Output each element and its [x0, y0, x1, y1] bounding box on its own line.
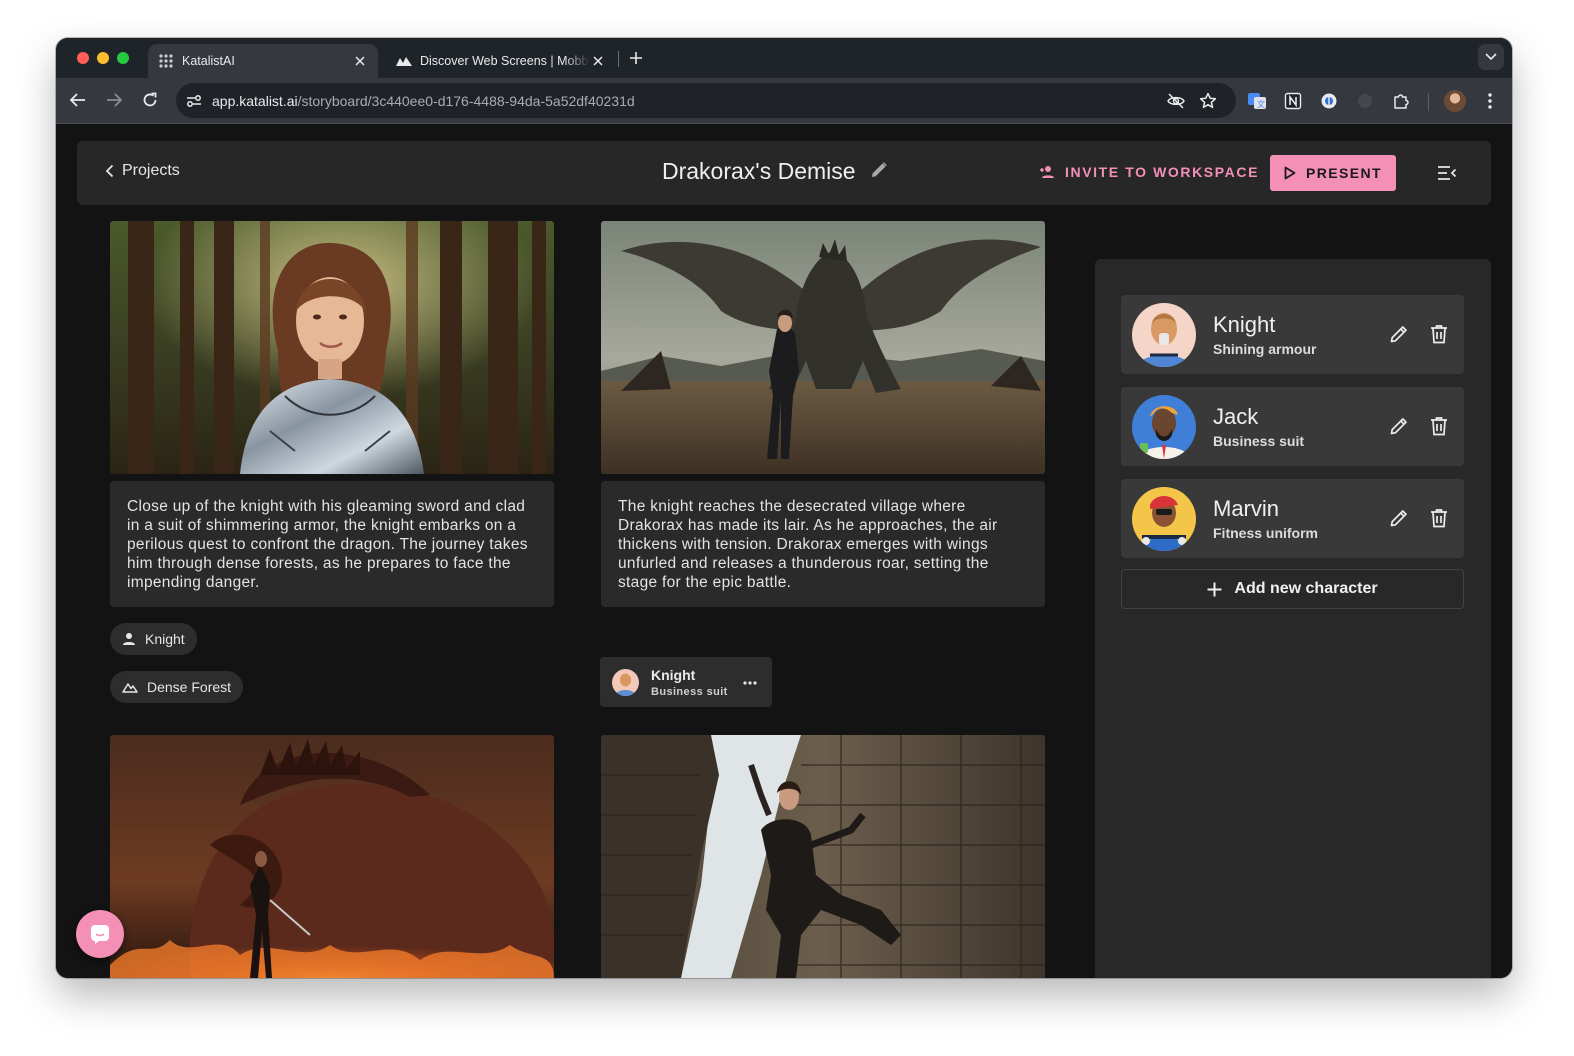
present-button[interactable]: PRESENT [1270, 155, 1396, 191]
edit-pencil-icon[interactable] [1387, 414, 1411, 438]
profile-avatar[interactable] [1444, 90, 1466, 112]
scene-2-character-chip[interactable]: Knight Business suit [600, 657, 772, 707]
character-card-jack[interactable]: Jack Business suit [1121, 387, 1464, 466]
invite-to-workspace-button[interactable]: INVITE TO WORKSPACE [1039, 164, 1259, 180]
close-tab-icon[interactable] [590, 53, 606, 69]
character-card-marvin[interactable]: Marvin Fitness uniform [1121, 479, 1464, 558]
tab-strip: KatalistAI Discover Web Screens | Mobbin [56, 38, 1512, 78]
mobbin-favicon-icon [396, 53, 412, 69]
browser-toolbar: app.katalist.ai/storyboard/3c440ee0-d176… [56, 78, 1512, 124]
back-to-projects-link[interactable]: Projects [105, 162, 180, 180]
add-new-character-button[interactable]: Add new character [1121, 569, 1464, 609]
marvin-avatar [1132, 487, 1196, 551]
tab-search-button[interactable] [1478, 44, 1504, 70]
scene-1-description[interactable]: Close up of the knight with his gleaming… [110, 481, 554, 607]
character-name: Knight [1213, 312, 1276, 337]
app-content: Projects Drakorax's Demise INVITE TO WOR… [56, 125, 1512, 978]
scene-1-location-tag[interactable]: Dense Forest [110, 671, 244, 703]
character-name: Knight [651, 667, 696, 683]
reload-icon[interactable] [139, 89, 161, 111]
chat-bubble-icon [91, 925, 109, 944]
character-outfit: Fitness uniform [1213, 525, 1319, 541]
scene-1-character-tag[interactable]: Knight [110, 623, 197, 655]
scene-2-image[interactable] [601, 221, 1045, 474]
browser-window: KatalistAI Discover Web Screens | Mobbin [56, 38, 1512, 978]
add-character-label: Add new character [1234, 580, 1378, 597]
delete-trash-icon[interactable] [1427, 506, 1451, 530]
minimize-window-button[interactable] [97, 52, 109, 64]
person-icon [123, 633, 135, 645]
character-name: Jack [1213, 404, 1259, 429]
fullscreen-window-button[interactable] [117, 52, 129, 64]
tab-separator [618, 51, 619, 67]
notion-extension-icon[interactable] [1282, 90, 1304, 112]
knight-avatar [1132, 303, 1196, 367]
edit-pencil-icon[interactable] [1387, 506, 1411, 530]
address-bar[interactable]: app.katalist.ai/storyboard/3c440ee0-d176… [176, 83, 1236, 118]
landscape-icon [122, 683, 138, 693]
collapse-panel-menu-icon[interactable] [1435, 163, 1459, 183]
play-icon [1284, 166, 1296, 180]
pencil-icon[interactable] [870, 158, 888, 185]
kebab-menu-icon[interactable] [1479, 90, 1501, 112]
tab-title: KatalistAI [182, 54, 235, 68]
forward-arrow-icon[interactable] [103, 89, 125, 111]
character-avatar [612, 669, 639, 696]
character-card-knight[interactable]: Knight Shining armour [1121, 295, 1464, 374]
character-outfit: Shining armour [1213, 341, 1317, 357]
delete-trash-icon[interactable] [1427, 414, 1451, 438]
url-text: app.katalist.ai/storyboard/3c440ee0-d176… [212, 93, 635, 109]
location-tag-label: Dense Forest [147, 679, 232, 695]
bookmark-star-icon[interactable] [1198, 91, 1218, 111]
scene-4-image[interactable] [601, 735, 1045, 978]
back-label: Projects [122, 162, 180, 179]
close-tab-icon[interactable] [352, 53, 368, 69]
close-window-button[interactable] [77, 52, 89, 64]
chevron-left-icon [105, 164, 114, 178]
present-label: PRESENT [1306, 165, 1382, 181]
project-title: Drakorax's Demise [662, 158, 856, 184]
disabled-extension-icon[interactable] [1354, 90, 1376, 112]
person-add-icon [1040, 166, 1054, 178]
scene-3-image[interactable] [110, 735, 554, 978]
invite-label: INVITE TO WORKSPACE [1065, 164, 1260, 180]
tab-katalist[interactable]: KatalistAI [148, 44, 378, 78]
characters-panel: Knight Shining armour Jack Business suit [1095, 259, 1491, 978]
page-title: Drakorax's Demise [662, 158, 888, 185]
url-path: /storyboard/3c440ee0-d176-4488-94da-5a52… [297, 93, 635, 109]
new-tab-button[interactable] [626, 48, 646, 68]
character-outfit: Business suit [651, 686, 728, 698]
translate-extension-icon[interactable]: 文 [1246, 90, 1268, 112]
scene-1-image[interactable] [110, 221, 554, 474]
character-outfit: Business suit [1213, 433, 1305, 449]
vpn-extension-icon[interactable] [1318, 90, 1340, 112]
toolbar-separator [1428, 93, 1429, 111]
plus-icon [1207, 582, 1222, 596]
site-info-icon[interactable] [184, 91, 204, 111]
tab-mobbin[interactable]: Discover Web Screens | Mobbin [386, 44, 616, 78]
more-options-icon[interactable] [740, 673, 760, 693]
character-tag-label: Knight [145, 631, 185, 647]
url-domain: app.katalist.ai [212, 93, 298, 109]
katalist-favicon-icon [158, 53, 174, 69]
svg-text:文: 文 [1257, 99, 1265, 109]
character-name: Marvin [1213, 496, 1280, 521]
delete-trash-icon[interactable] [1427, 322, 1451, 346]
storyboard-header: Projects Drakorax's Demise INVITE TO WOR… [77, 141, 1491, 205]
scene-2-description[interactable]: The knight reaches the desecrated villag… [601, 481, 1045, 607]
back-arrow-icon[interactable] [67, 89, 89, 111]
edit-pencil-icon[interactable] [1387, 322, 1411, 346]
tab-title: Discover Web Screens | Mobbin [420, 54, 590, 68]
chat-support-button[interactable] [76, 910, 124, 958]
puzzle-extensions-icon[interactable] [1390, 90, 1412, 112]
jack-avatar [1132, 395, 1196, 459]
eye-slash-icon[interactable] [1166, 91, 1186, 111]
